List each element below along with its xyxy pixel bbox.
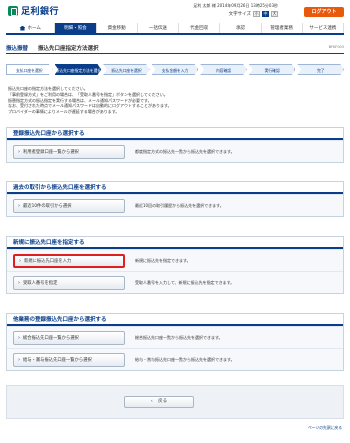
back-area: ‹ 戻る (6, 385, 344, 419)
step-7: 完了 (297, 64, 345, 75)
chevron-right-icon: › (18, 356, 20, 363)
button-label: 新規に振込先口座を入力 (24, 258, 72, 264)
global-nav: ホーム 明細・照会 資金移動 一括伝送 代金回収 承認 管理者業務 サービス連携 (6, 23, 345, 35)
option-description: 最近10回の取引履歴から振込先を選択できます。 (135, 202, 224, 208)
screen-id: BFKF003 (328, 45, 344, 49)
option-description: 都度指定方式の振込先一覧から振込先を選択できます。 (135, 148, 235, 154)
section-history: 過去の取引から振込先口座を選択する › 最近10件の取引から選択 最近10回の取… (6, 181, 344, 217)
header: 足利銀行 足利 太郎 様 2014年09月26日 13時25分03秒 文字サイズ… (0, 0, 350, 22)
text-size-small-button[interactable]: 小 (253, 11, 260, 17)
option-row: › 給与・賞与振込先口座一覧から選択 給与・賞与振込先口座一覧から振込先を選択で… (7, 348, 343, 370)
chevron-right-icon: › (18, 279, 20, 286)
step-2-current: 振込先口座指定方法を選択 (54, 64, 102, 75)
nav-admin[interactable]: 管理者業務 (261, 23, 303, 33)
intro-text: 振込先口座の指定方法を選択してください。 「事前登録方式」をご利用の場合は、「受… (8, 86, 342, 115)
section-new: 新規に振込先口座を指定する › 新規に振込先口座を入力 新規に振込先を指定できま… (6, 236, 344, 294)
nav-service-link[interactable]: サービス連携 (302, 23, 345, 33)
step-6: 実行確認 (248, 64, 296, 75)
chevron-left-icon: ‹ (150, 399, 153, 404)
bank-logo-icon (8, 5, 18, 16)
chevron-right-icon: › (18, 334, 20, 341)
button-label: 受取人番号を指定 (23, 280, 58, 286)
back-button[interactable]: ‹ 戻る (124, 396, 194, 408)
button-label: 給与・賞与振込先口座一覧から選択 (23, 357, 92, 363)
page-title-bar: 振込振替 振込先口座指定方法選択 BFKF003 (6, 42, 344, 54)
nav-approval[interactable]: 承認 (220, 23, 262, 33)
option-row: › 利用者登録口座一覧から選択 都度指定方式の振込先一覧から振込先を選択できます… (7, 140, 343, 162)
section-heading: 新規に振込先口座を指定する (7, 237, 343, 249)
recent-transactions-button[interactable]: › 最近10件の取引から選択 (13, 198, 125, 213)
nav-bulk-transfer[interactable]: 一括伝送 (137, 23, 180, 33)
progress-steps: 支払口座を選択 振込先口座指定方法を選択 振込先口座を選択 支払金額を入力 内容… (6, 64, 345, 75)
chevron-right-icon: › (18, 148, 20, 155)
home-icon (19, 25, 26, 31)
section-heading: 過去の取引から振込先口座を選択する (7, 182, 343, 194)
step-4: 支払金額を入力 (151, 64, 199, 75)
salary-transfer-list-button[interactable]: › 給与・賞与振込先口座一覧から選択 (13, 352, 125, 367)
registered-list-button[interactable]: › 利用者登録口座一覧から選択 (13, 144, 125, 159)
option-row: › 新規に振込先口座を入力 新規に振込先を指定できます。 (7, 249, 343, 271)
step-3: 振込先口座を選択 (103, 64, 150, 75)
section-heading: 他業務の登録振込先口座から選択する (7, 314, 343, 326)
text-size-label: 文字サイズ (228, 12, 251, 17)
nav-home-label: ホーム (27, 25, 41, 31)
step-1: 支払口座を選択 (6, 64, 53, 75)
user-info: 足利 太郎 様 2014年09月26日 13時25分03秒 (193, 3, 278, 8)
nav-home[interactable]: ホーム (6, 23, 56, 33)
page-top-link[interactable]: ページの先頭に戻る (308, 425, 342, 431)
button-label: 利用者登録口座一覧から選択 (23, 149, 79, 155)
nav-collection[interactable]: 代金回収 (179, 23, 221, 33)
button-label: 最近10件の取引から選択 (23, 203, 72, 209)
option-description: 受取人番号を入力して、新規に振込先を指定できます。 (135, 279, 235, 285)
option-description: 新規に振込先を指定できます。 (135, 257, 191, 263)
step-5: 内容確認 (200, 64, 247, 75)
back-button-label: 戻る (158, 399, 168, 404)
intro-line: プロバイダーの事情によりメールが遅延する場合があります。 (8, 109, 120, 115)
option-row: › 総合振込先口座一覧から選択 総合振込先口座一覧から振込先を選択できます。 (7, 326, 343, 348)
text-size-medium-button[interactable]: 中 (262, 11, 269, 17)
option-description: 給与・賞与振込先口座一覧から振込先を選択できます。 (135, 356, 235, 362)
logout-button[interactable]: ログアウト (304, 7, 344, 17)
nav-transfer[interactable]: 資金移動 (96, 23, 138, 33)
nav-statements[interactable]: 明細・照会 (55, 23, 97, 33)
chevron-right-icon: › (18, 202, 20, 209)
section-heading: 登録振込先口座から選択する (7, 128, 343, 140)
option-row: › 受取人番号を指定 受取人番号を入力して、新規に振込先を指定できます。 (7, 271, 343, 293)
chevron-right-icon: › (19, 257, 21, 264)
button-label: 総合振込先口座一覧から選択 (23, 335, 79, 341)
page-title: 振込先口座指定方法選択 (38, 45, 99, 52)
text-size-control: 文字サイズ 小 中 大 (229, 11, 278, 17)
section-other: 他業務の登録振込先口座から選択する › 総合振込先口座一覧から選択 総合振込先口… (6, 313, 344, 371)
page-category: 振込振替 (6, 45, 29, 52)
recipient-number-button[interactable]: › 受取人番号を指定 (13, 275, 125, 290)
option-row: › 最近10件の取引から選択 最近10回の取引履歴から振込先を選択できます。 (7, 194, 343, 216)
general-transfer-list-button[interactable]: › 総合振込先口座一覧から選択 (13, 330, 125, 345)
bank-logo: 足利銀行 (8, 4, 59, 17)
text-size-large-button[interactable]: 大 (271, 11, 278, 17)
section-registered: 登録振込先口座から選択する › 利用者登録口座一覧から選択 都度指定方式の振込先… (6, 127, 344, 163)
new-account-input-button[interactable]: › 新規に振込先口座を入力 (13, 253, 125, 268)
option-description: 総合振込先口座一覧から振込先を選択できます。 (135, 334, 223, 340)
bank-logo-text: 足利銀行 (21, 7, 60, 17)
